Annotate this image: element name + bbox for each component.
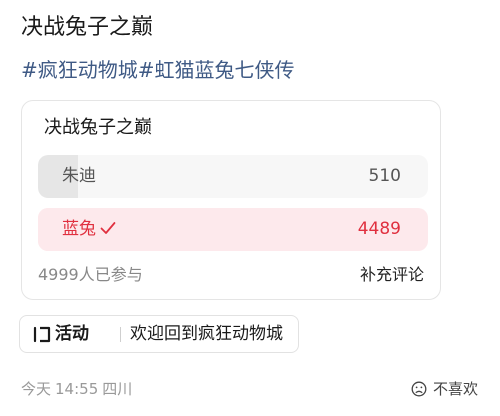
hashtags: #疯狂动物城#虹猫蓝兔七侠传 (21, 55, 295, 85)
post-location: 四川 (102, 380, 133, 398)
poll-card: 决战兔子之巅 朱迪 510 蓝兔 4489 4999人已参与 补充评论 (21, 100, 441, 300)
poll-option-count: 4489 (357, 219, 401, 239)
activity-label: 活动 (55, 324, 89, 344)
post-meta: 今天 14:55 四川 (21, 376, 136, 402)
poll-option-count: 510 (368, 166, 401, 186)
activity-divider (120, 327, 121, 342)
activity-text: 欢迎回到疯狂动物城 (130, 324, 283, 344)
activity-chip[interactable]: 活动 欢迎回到疯狂动物城 (19, 315, 299, 353)
poll-option-blue-rabbit[interactable]: 蓝兔 4489 (38, 208, 428, 251)
activity-icon (33, 326, 51, 343)
hashtag-zootopia[interactable]: #疯狂动物城 (21, 58, 138, 82)
frown-face-icon (411, 381, 427, 397)
checkmark-icon (100, 222, 116, 234)
poll-option-judy[interactable]: 朱迪 510 (38, 155, 428, 198)
participants-count: 4999人已参与 (38, 265, 143, 284)
poll-option-label: 蓝兔 (62, 219, 96, 239)
add-comment-button[interactable]: 补充评论 (360, 263, 424, 287)
poll-title: 决战兔子之巅 (44, 117, 152, 138)
post-day: 今天 (21, 380, 52, 398)
post-time: 14:55 (55, 380, 99, 398)
hashtag-rainbow-cat[interactable]: #虹猫蓝兔七侠传 (138, 58, 295, 82)
post-title: 决战兔子之巅 (21, 15, 154, 40)
poll-option-label: 朱迪 (62, 166, 96, 186)
poll-option-label-wrap: 蓝兔 (62, 208, 116, 251)
dislike-button[interactable]: 不喜欢 (411, 374, 478, 404)
